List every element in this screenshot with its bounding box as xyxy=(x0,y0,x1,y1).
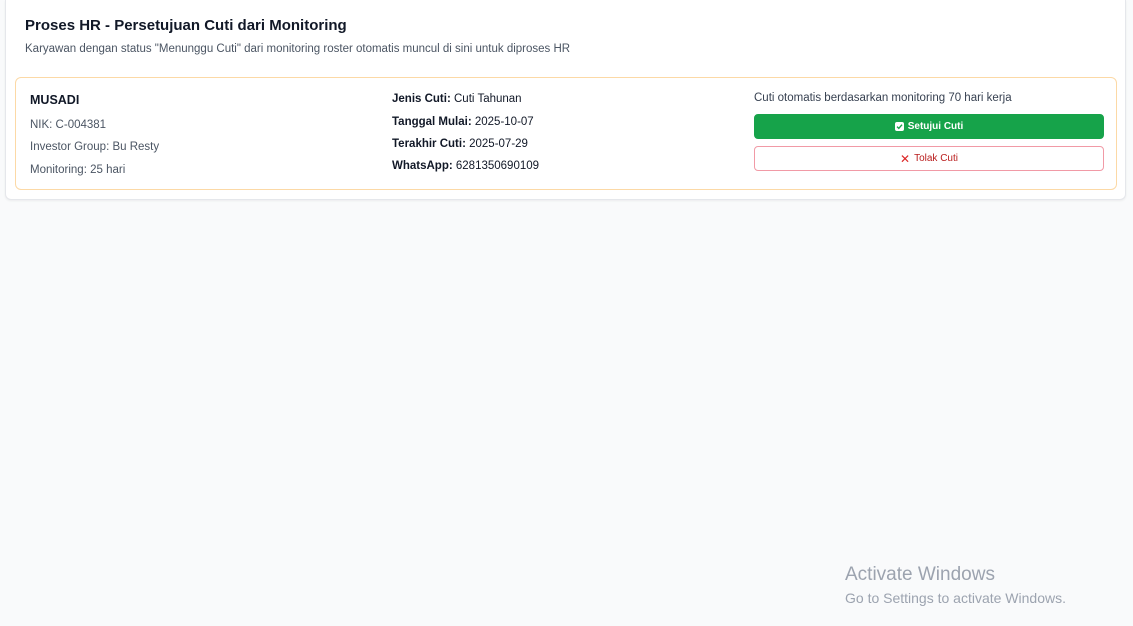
last-leave-label: Terakhir Cuti: xyxy=(392,138,466,150)
check-box-icon xyxy=(894,122,904,131)
start-date: Tanggal Mulai: 2025-10-07 xyxy=(392,116,534,128)
activate-windows-watermark: Activate Windows Go to Settings to activ… xyxy=(845,563,1066,609)
leave-approval-panel: Proses HR - Persetujuan Cuti dari Monito… xyxy=(5,0,1126,200)
leave-type-value: Cuti Tahunan xyxy=(454,93,522,105)
last-leave-value: 2025-07-29 xyxy=(469,138,528,150)
leave-type: Jenis Cuti: Cuti Tahunan xyxy=(392,93,522,105)
reject-leave-button[interactable]: ✕ Tolak Cuti xyxy=(754,146,1104,171)
page-title: Proses HR - Persetujuan Cuti dari Monito… xyxy=(25,17,347,34)
leave-type-label: Jenis Cuti: xyxy=(392,93,451,105)
watermark-subtitle: Go to Settings to activate Windows. xyxy=(845,590,1066,606)
approve-leave-button[interactable]: Setujui Cuti xyxy=(754,114,1104,139)
whatsapp: WhatsApp: 6281350690109 xyxy=(392,160,539,172)
last-leave: Terakhir Cuti: 2025-07-29 xyxy=(392,138,528,150)
investor-group: Investor Group: Bu Resty xyxy=(30,141,160,153)
whatsapp-label: WhatsApp: xyxy=(392,160,453,172)
whatsapp-value: 6281350690109 xyxy=(455,160,540,172)
employee-nik: NIK: C-004381 xyxy=(30,119,107,131)
start-date-label: Tanggal Mulai: xyxy=(392,116,472,128)
monitoring-days: Monitoring: 25 hari xyxy=(30,164,126,176)
reject-leave-label: Tolak Cuti xyxy=(914,153,958,164)
watermark-title: Activate Windows xyxy=(845,564,995,585)
approve-leave-label: Setujui Cuti xyxy=(907,121,964,132)
auto-leave-note: Cuti otomatis berdasarkan monitoring 70 … xyxy=(754,92,1012,104)
page-description: Karyawan dengan status "Menunggu Cuti" d… xyxy=(25,43,571,55)
employee-name: MUSADI xyxy=(30,93,80,107)
start-date-value: 2025-10-07 xyxy=(474,116,534,128)
leave-request-card: MUSADI NIK: C-004381 Investor Group: Bu … xyxy=(15,77,1117,190)
x-icon: ✕ xyxy=(900,151,911,166)
